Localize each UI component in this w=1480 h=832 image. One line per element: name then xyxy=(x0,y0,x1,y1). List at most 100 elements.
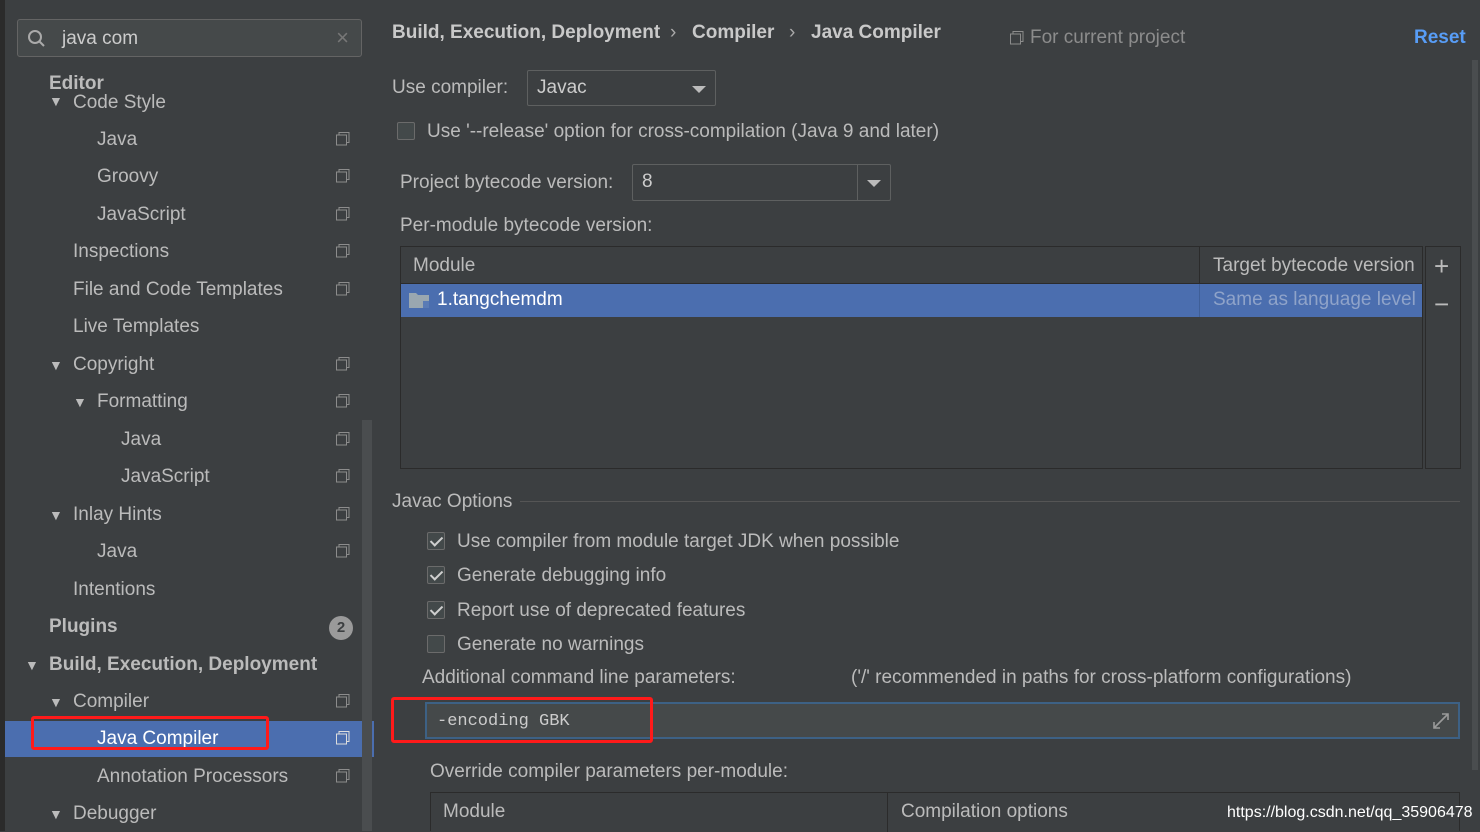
clear-search-icon[interactable]: × xyxy=(336,25,349,51)
breadcrumb-separator: › xyxy=(670,22,677,43)
debug-info-label: Generate debugging info xyxy=(457,565,667,586)
highlight-box xyxy=(31,716,269,750)
column-module[interactable]: Module xyxy=(443,801,505,823)
project-scope-icon xyxy=(336,132,350,146)
project-scope-icon xyxy=(336,357,350,371)
expand-arrow-icon[interactable]: ▼ xyxy=(49,347,63,383)
watermark-text: https://blog.csdn.net/qq_35906478 xyxy=(1227,804,1473,821)
bytecode-version-label: Project bytecode version: xyxy=(400,172,614,193)
breadcrumb-java-compiler: Java Compiler xyxy=(811,22,941,43)
use-compiler-label: Use compiler: xyxy=(392,77,509,98)
sidebar-item-formatting-javascript[interactable]: JavaScript xyxy=(5,459,361,495)
additional-params-hint: ('/' recommended in paths for cross-plat… xyxy=(851,667,1352,688)
override-params-label: Override compiler parameters per-module: xyxy=(430,761,788,782)
table-toolbar: + − xyxy=(1425,246,1461,469)
sidebar-item-code-style-java[interactable]: Java xyxy=(5,122,361,158)
project-scope-icon xyxy=(336,731,350,745)
sidebar-item-copyright[interactable]: ▼ Copyright xyxy=(5,347,361,383)
sidebar-item-label: Annotation Processors xyxy=(97,766,289,787)
sidebar-item-label: Inspections xyxy=(73,241,170,262)
add-icon[interactable]: + xyxy=(1434,251,1449,282)
sidebar-item-label: JavaScript xyxy=(121,466,210,487)
sidebar-item-label: Code Style xyxy=(73,92,166,112)
section-divider xyxy=(520,501,1460,502)
sidebar-item-formatting[interactable]: ▼ Formatting xyxy=(5,384,361,420)
expand-arrow-icon[interactable]: ▼ xyxy=(49,90,63,112)
settings-search-field[interactable]: java com × xyxy=(17,19,362,57)
sidebar-item-file-code-templates[interactable]: File and Code Templates xyxy=(5,272,361,308)
column-module[interactable]: Module xyxy=(413,255,475,277)
search-input[interactable]: java com xyxy=(62,28,138,50)
use-module-jdk-checkbox[interactable] xyxy=(427,532,445,550)
expand-arrow-icon[interactable]: ▼ xyxy=(49,684,63,720)
sidebar-item-label: Java xyxy=(97,129,138,150)
release-option-checkbox[interactable] xyxy=(397,122,415,140)
table-row[interactable]: 1.tangchemdm Same as language level xyxy=(401,284,1422,317)
table-header: Module Target bytecode version xyxy=(401,247,1422,284)
bytecode-version-value: 8 xyxy=(642,171,653,192)
bytecode-version-combo[interactable]: 8 xyxy=(632,164,891,201)
no-warnings-checkbox[interactable] xyxy=(427,635,445,653)
deprecated-features-label: Report use of deprecated features xyxy=(457,600,746,621)
sidebar-item-label: Java xyxy=(97,541,138,562)
column-divider xyxy=(1199,284,1200,317)
sidebar-item-label: Build, Execution, Deployment xyxy=(49,654,318,675)
sidebar-item-label: Java xyxy=(121,429,162,450)
project-scope-icon xyxy=(336,282,350,296)
column-divider xyxy=(887,793,888,832)
scope-label: For current project xyxy=(1030,27,1186,48)
remove-icon[interactable]: − xyxy=(1434,289,1449,320)
sidebar-item-inlay-java[interactable]: Java xyxy=(5,534,361,570)
breadcrumb-build[interactable]: Build, Execution, Deployment xyxy=(392,22,660,44)
project-scope-icon xyxy=(1010,31,1024,45)
sidebar-item-label: Inlay Hints xyxy=(73,504,162,525)
sidebar-item-intentions[interactable]: Intentions xyxy=(5,572,361,608)
project-scope-icon xyxy=(336,207,350,221)
sidebar-item-formatting-java[interactable]: Java xyxy=(5,422,361,458)
sidebar-scrollbar[interactable] xyxy=(362,420,372,831)
sidebar-item-label: Debugger xyxy=(73,803,157,824)
sidebar-item-code-style-javascript[interactable]: JavaScript xyxy=(5,197,361,233)
project-scope-icon xyxy=(336,432,350,446)
sidebar-item-label: Live Templates xyxy=(73,316,200,337)
main-scrollbar[interactable] xyxy=(1472,60,1478,770)
sidebar-item-label: Copyright xyxy=(73,354,155,375)
deprecated-features-checkbox[interactable] xyxy=(427,601,445,619)
sidebar-item-annotation-processors[interactable]: Annotation Processors xyxy=(5,759,361,795)
chevron-down-icon xyxy=(692,86,706,93)
debug-info-checkbox[interactable] xyxy=(427,566,445,584)
plugins-count-badge: 2 xyxy=(329,616,353,640)
sidebar-item-inspections[interactable]: Inspections xyxy=(5,234,361,270)
expand-arrow-icon[interactable]: ▼ xyxy=(73,384,87,420)
column-compilation-options[interactable]: Compilation options xyxy=(901,801,1068,823)
column-target-bytecode[interactable]: Target bytecode version xyxy=(1213,255,1415,277)
use-compiler-value: Javac xyxy=(537,77,587,98)
chevron-down-icon[interactable] xyxy=(867,180,881,187)
project-scope-icon xyxy=(336,544,350,558)
reset-link[interactable]: Reset xyxy=(1414,27,1466,49)
sidebar-item-code-style[interactable]: ▼ Code Style xyxy=(5,90,361,112)
project-scope-icon xyxy=(336,769,350,783)
sidebar-item-build-execution-deployment[interactable]: ▼ Build, Execution, Deployment xyxy=(5,647,361,683)
expand-arrow-icon[interactable]: ▼ xyxy=(49,497,63,533)
project-scope-icon xyxy=(336,507,350,521)
sidebar-item-live-templates[interactable]: Live Templates xyxy=(5,309,361,345)
project-scope-icon xyxy=(336,169,350,183)
target-bytecode-value[interactable]: Same as language level xyxy=(1213,289,1416,311)
use-compiler-select[interactable]: Javac xyxy=(527,70,716,106)
sidebar-item-label: File and Code Templates xyxy=(73,279,283,300)
module-name: 1.tangchemdm xyxy=(437,289,563,310)
highlight-box xyxy=(391,697,653,743)
no-warnings-label: Generate no warnings xyxy=(457,634,644,655)
sidebar-item-plugins[interactable]: Plugins xyxy=(5,609,361,645)
expand-arrow-icon[interactable]: ▼ xyxy=(25,647,39,683)
sidebar-item-groovy[interactable]: Groovy xyxy=(5,159,361,195)
sidebar-item-compiler[interactable]: ▼ Compiler xyxy=(5,684,361,720)
sidebar-item-inlay-hints[interactable]: ▼ Inlay Hints xyxy=(5,497,361,533)
expand-icon[interactable] xyxy=(1432,712,1450,730)
breadcrumb-separator: › xyxy=(789,22,796,43)
expand-arrow-icon[interactable]: ▼ xyxy=(49,796,63,832)
javac-options-header: Javac Options xyxy=(392,491,513,512)
sidebar-item-debugger[interactable]: ▼ Debugger xyxy=(5,796,361,832)
breadcrumb-compiler[interactable]: Compiler xyxy=(692,22,774,44)
